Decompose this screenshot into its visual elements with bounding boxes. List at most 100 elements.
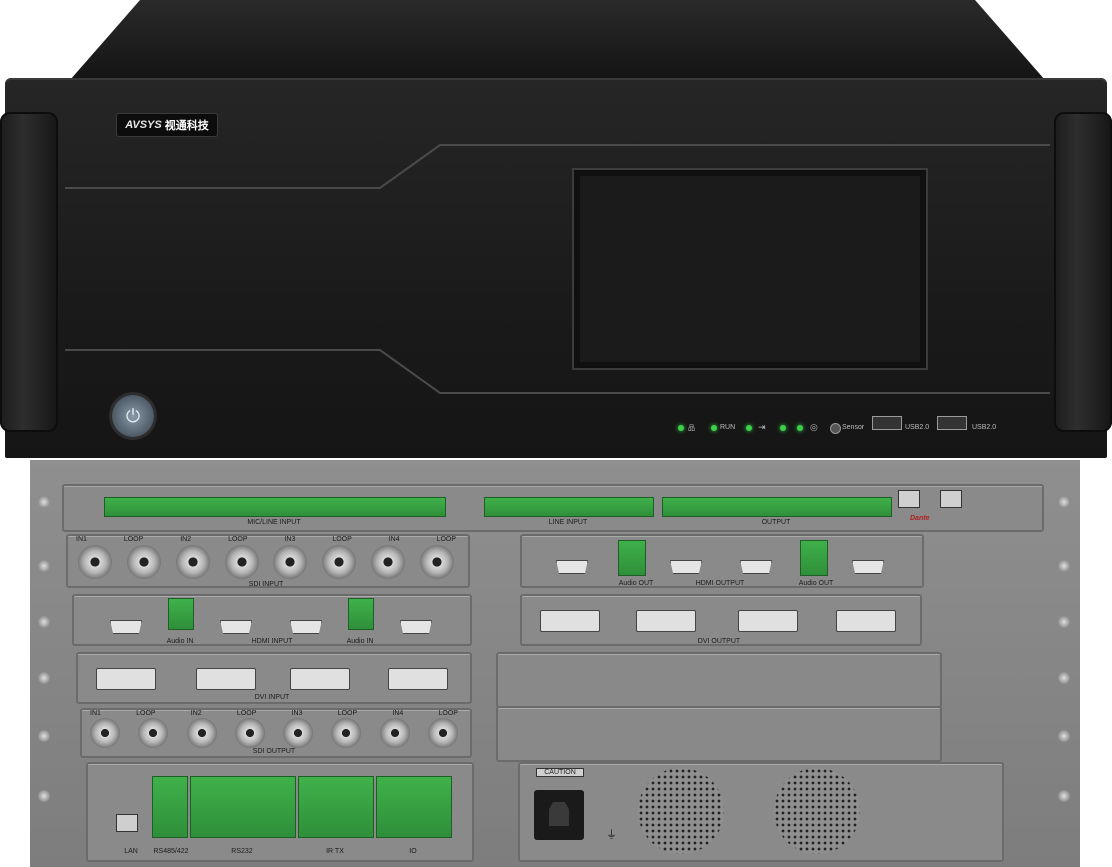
lan-port[interactable] [116,814,138,832]
bnc-connector[interactable] [186,718,217,748]
hdmi-port[interactable] [220,620,252,634]
dvi-port[interactable] [836,610,896,632]
bnc-connector[interactable] [126,545,161,579]
io-terminals[interactable] [376,776,452,838]
audio-out-terminals[interactable] [800,540,828,576]
dvi-port[interactable] [540,610,600,632]
audio-in-label: Audio IN [346,638,374,645]
power-supply-card [518,762,1004,862]
hdmi-port[interactable] [740,560,772,574]
rs232-terminals[interactable] [190,776,296,838]
bnc-connector[interactable] [322,545,357,579]
rack-handle-left [0,112,58,432]
usb-port[interactable] [872,416,902,430]
port-label: IN1 [90,710,101,717]
iec-socket [549,802,569,826]
line-input-label: LINE INPUT [548,519,588,526]
hdmi-port[interactable] [852,560,884,574]
power-button[interactable]: ⏻ [112,395,154,437]
bnc-connector[interactable] [371,545,406,579]
audio-out-label: Audio OUT [798,580,834,587]
sdi-input-port-labels: IN1 LOOP IN2 LOOP IN3 LOOP IN4 LOOP [76,536,456,543]
port-label: LOOP [123,536,144,543]
hdmi-port[interactable] [110,620,142,634]
sdi-output-connectors [90,718,458,748]
sdi-input-connectors [78,545,454,579]
bnc-connector[interactable] [78,545,112,579]
dvi-input-label: DVI INPUT [254,694,290,701]
hdmi-port[interactable] [670,560,702,574]
dvi-port[interactable] [196,668,256,690]
dvi-port[interactable] [738,610,798,632]
run-label: RUN [720,424,736,431]
audio-in-terminals[interactable] [168,598,194,630]
dvi-port[interactable] [290,668,350,690]
bnc-connector[interactable] [331,718,362,748]
audio-output-terminals[interactable] [662,497,892,517]
screw [38,672,50,684]
audio-out-label: Audio OUT [618,580,654,587]
hdmi-input-label: HDMI INPUT [251,638,293,645]
line-input-terminals[interactable] [484,497,654,517]
logo-text: AVSYS [125,119,162,131]
bnc-connector[interactable] [224,545,259,579]
status-led [797,425,803,431]
rs485-terminals[interactable] [152,776,188,838]
bnc-connector[interactable] [273,545,308,579]
sdi-input-label: SDI INPUT [248,581,284,588]
screw [1058,730,1070,742]
brand-logo: AVSYS 视通科技 [116,113,218,137]
bnc-connector[interactable] [90,718,120,748]
port-label: IN4 [388,536,400,543]
sensor-label: Sensor [842,424,865,431]
logo-subtitle: 视通科技 [164,120,209,132]
sdi-output-port-labels: IN1 LOOP IN2 LOOP IN3 LOOP IN4 LOOP [90,710,458,717]
port-label: IN3 [291,710,303,717]
network-led [678,425,684,431]
power-icon: ⏻ [125,405,141,426]
usb-label: USB2.0 [972,424,997,431]
rs485-label: RS485/422 [153,848,189,855]
audio-output-label: OUTPUT [761,519,791,526]
bnc-connector[interactable] [175,545,210,579]
dvi-port[interactable] [96,668,156,690]
port-label: IN1 [76,536,87,543]
hdmi-port[interactable] [556,560,588,574]
bnc-connector[interactable] [427,718,458,748]
port-label: LOOP [436,536,456,543]
usb-port[interactable] [937,416,967,430]
lcd-screen [572,168,928,370]
dante-port[interactable] [898,490,920,508]
dvi-port[interactable] [636,610,696,632]
blank-slot [496,652,942,708]
screw [1058,672,1070,684]
hdmi-port[interactable] [290,620,322,634]
port-label: LOOP [228,536,248,543]
bnc-connector[interactable] [234,718,265,748]
port-label: LOOP [332,536,352,543]
dante-port[interactable] [940,490,962,508]
bnc-connector[interactable] [379,718,410,748]
bnc-connector[interactable] [138,718,169,748]
audio-out-terminals[interactable] [618,540,646,576]
ir-icon: ◎ [810,422,818,432]
hdmi-port[interactable] [400,620,432,634]
screw [1058,790,1070,802]
screw [38,616,50,628]
port-label: LOOP [438,710,458,717]
fan-vent [774,768,860,854]
ground-icon: ⏚ [606,829,617,841]
io-label: IO [409,848,417,855]
bnc-connector[interactable] [419,545,454,579]
network-icon: 品 [688,425,695,432]
dvi-port[interactable] [388,668,448,690]
mic-line-input-terminals[interactable] [104,497,446,517]
ir-tx-terminals[interactable] [298,776,374,838]
port-label: LOOP [136,710,156,717]
bnc-connector[interactable] [283,718,314,748]
screw [38,730,50,742]
rack-handle-right [1054,112,1112,432]
screw [38,790,50,802]
sdi-output-label: SDI OUTPUT [252,748,296,755]
audio-in-terminals[interactable] [348,598,374,630]
